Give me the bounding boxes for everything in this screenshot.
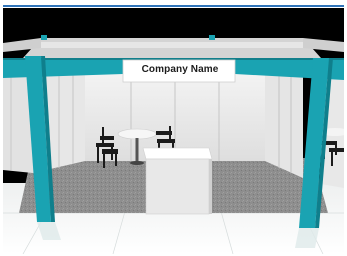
- company-name-sign: Company Name: [141, 64, 219, 75]
- right-side-wall: [265, 68, 303, 178]
- counter-top: [142, 147, 213, 160]
- reception-counter: [145, 158, 210, 215]
- booth-render: Company Name: [0, 0, 347, 256]
- post-tip-left: [41, 35, 47, 40]
- exhibition-booth-scene: [3, 8, 344, 254]
- round-table: [117, 128, 157, 140]
- post-tip-center: [209, 35, 215, 40]
- top-rule: [3, 5, 344, 7]
